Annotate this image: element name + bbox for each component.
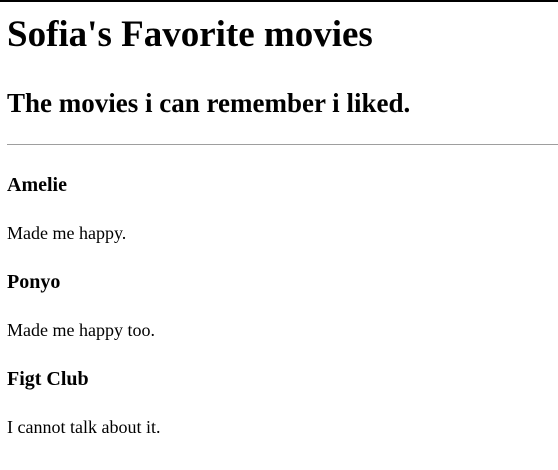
movie-description-ponyo: Made me happy too.	[7, 320, 155, 340]
movie-description-amelie: Made me happy.	[7, 223, 127, 243]
movie-title-amelie: Amelie	[7, 174, 67, 196]
page-title: Sofia's Favorite movies	[7, 14, 373, 55]
movie-description-fight-club: I cannot talk about it.	[7, 417, 161, 437]
page-subtitle: The movies i can remember i liked.	[7, 88, 411, 118]
movie-title-ponyo: Ponyo	[7, 271, 61, 293]
page: Sofia's Favorite movies The movies i can…	[0, 2, 558, 470]
divider	[7, 144, 558, 145]
movie-title-fight-club: Figt Club	[7, 368, 89, 390]
